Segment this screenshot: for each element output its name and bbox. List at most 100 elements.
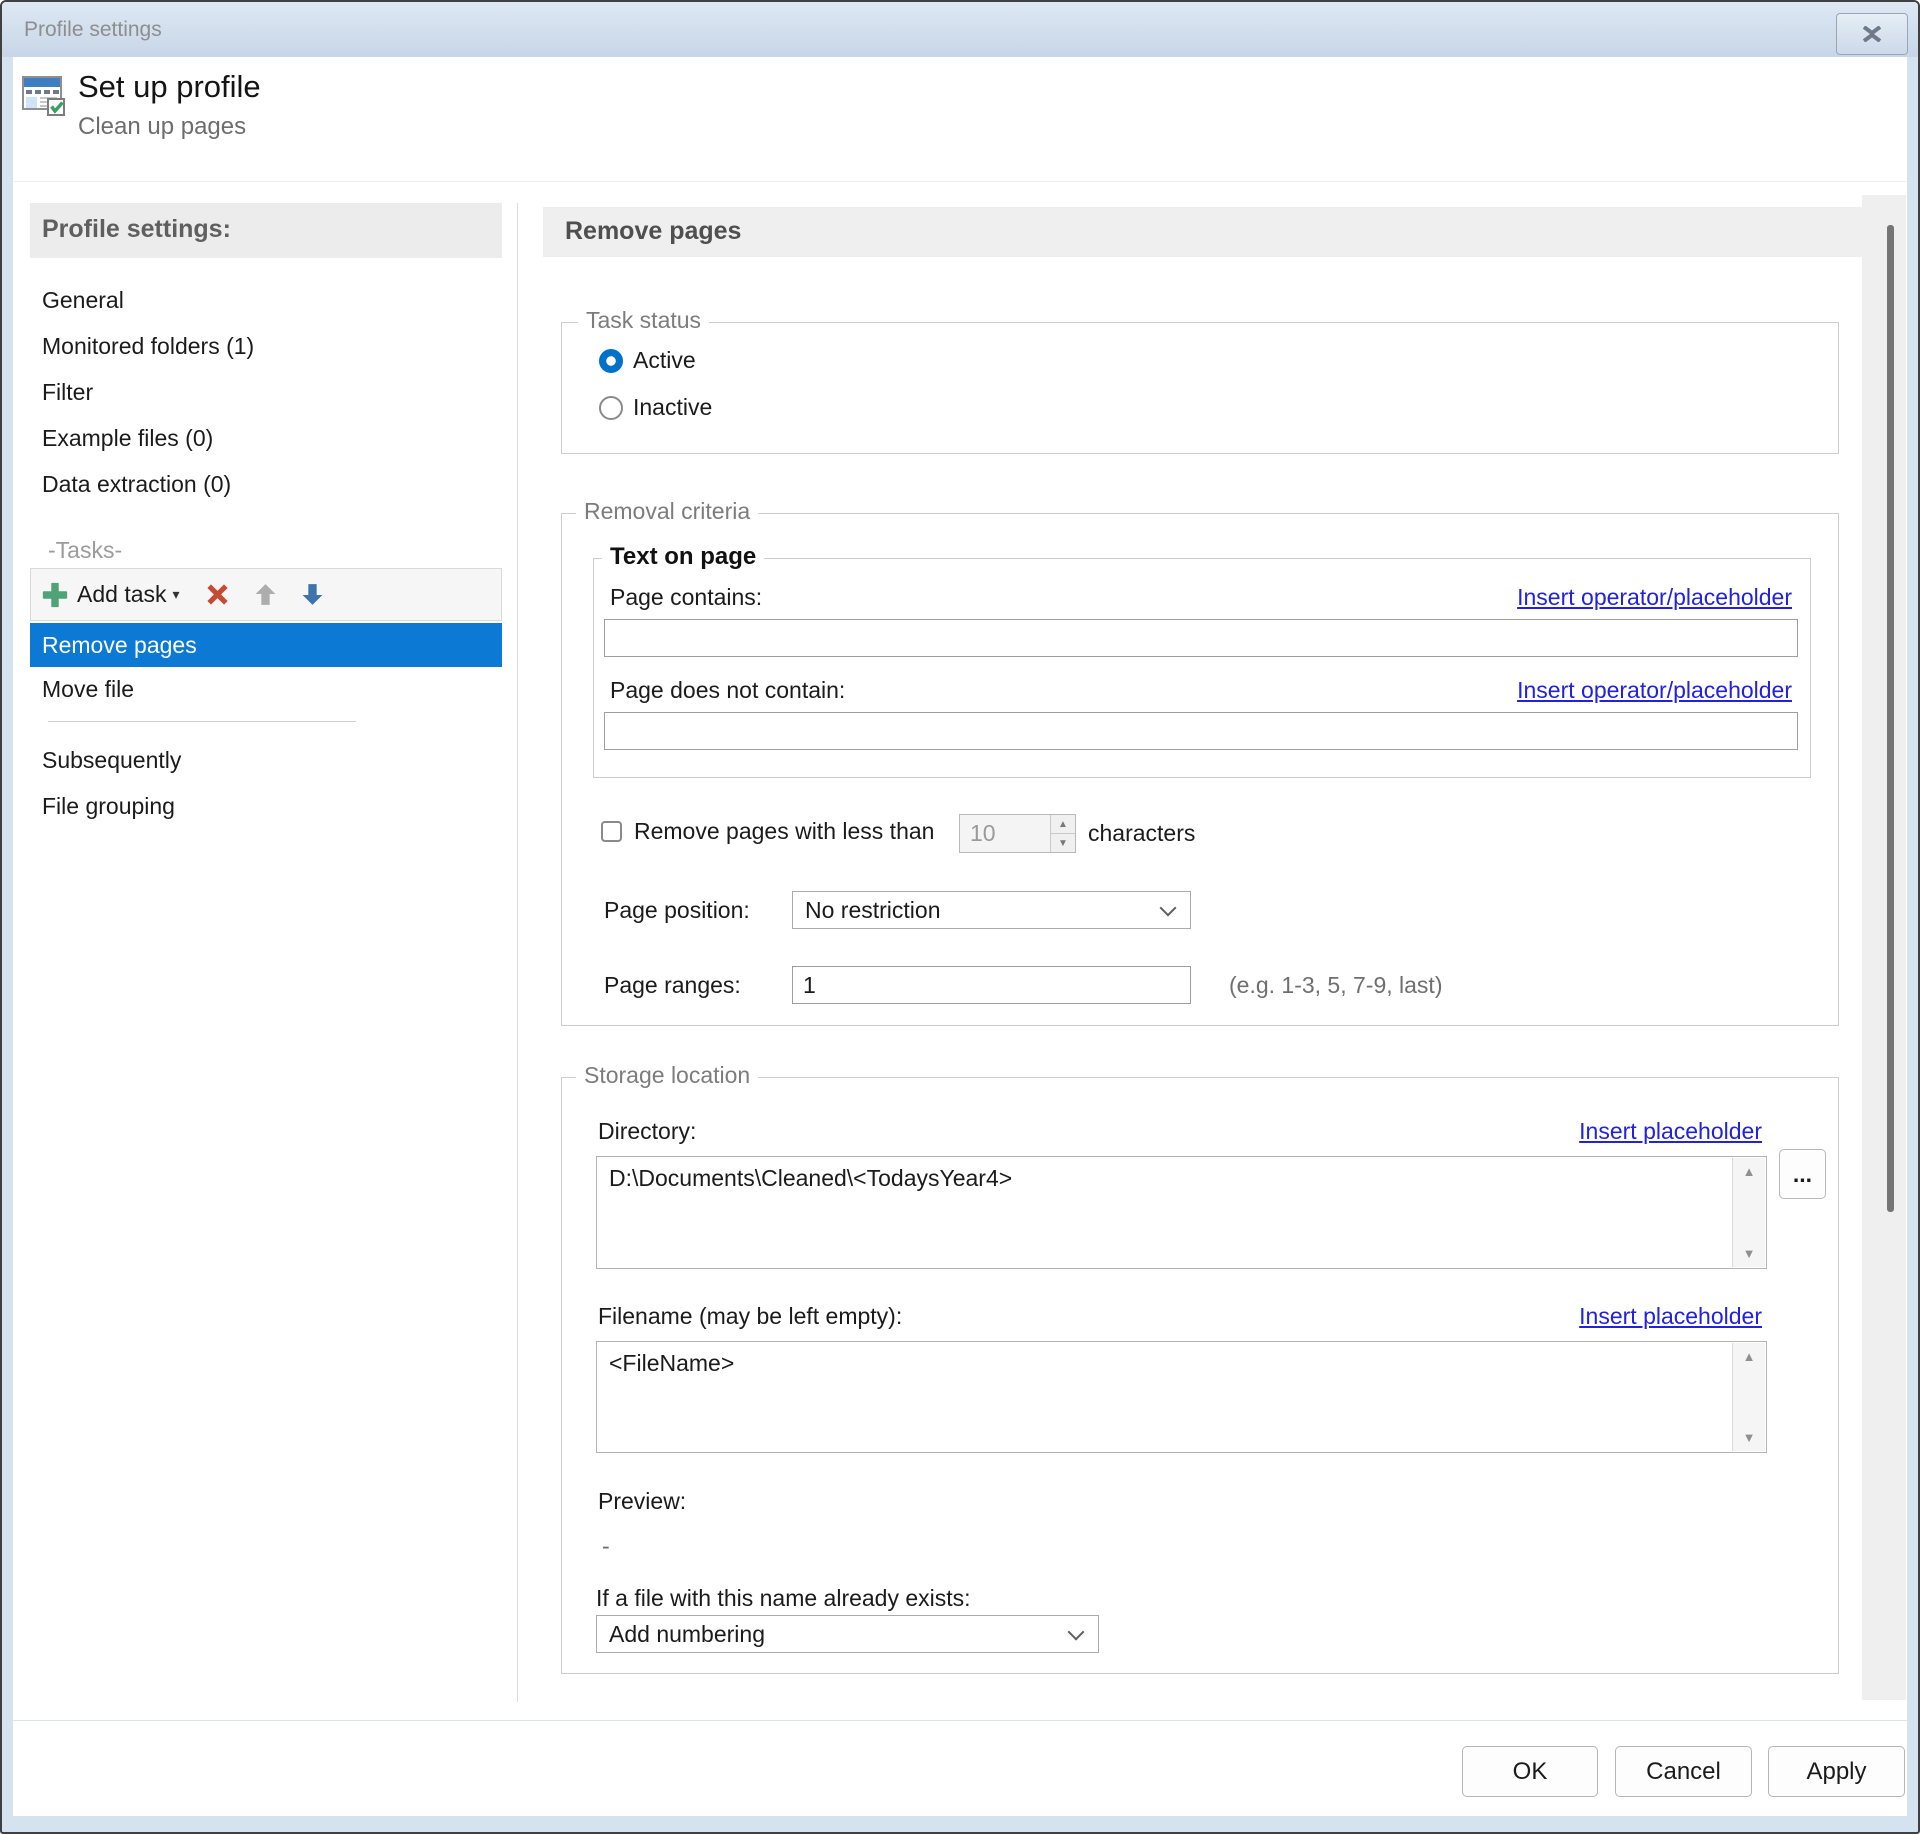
scroll-down-icon[interactable]: ▼ bbox=[1733, 1430, 1765, 1445]
min-chars-checkbox[interactable] bbox=[601, 821, 622, 842]
directory-label: Directory: bbox=[598, 1114, 696, 1148]
page-ranges-input[interactable] bbox=[792, 966, 1191, 1004]
plus-icon bbox=[41, 581, 69, 609]
filename-scrollbar[interactable]: ▲ ▼ bbox=[1732, 1343, 1765, 1451]
file-exists-dropdown[interactable]: Add numbering bbox=[596, 1615, 1099, 1653]
spin-down-button[interactable]: ▼ bbox=[1051, 834, 1075, 852]
header-divider bbox=[13, 181, 1907, 182]
triangle-up-icon: ▲ bbox=[1058, 819, 1068, 830]
main-panel-header: Remove pages bbox=[543, 207, 1862, 257]
window-title: Profile settings bbox=[24, 2, 162, 57]
sidebar-header-label: Profile settings: bbox=[42, 215, 502, 244]
move-down-icon[interactable] bbox=[300, 582, 325, 607]
insert-operator-link-not-contains[interactable]: Insert operator/placeholder bbox=[1517, 674, 1792, 706]
text-on-page-legend: Text on page bbox=[602, 543, 764, 571]
spinner-buttons: ▲ ▼ bbox=[1050, 815, 1075, 852]
profile-window-icon bbox=[20, 72, 68, 120]
spin-up-button[interactable]: ▲ bbox=[1051, 815, 1075, 834]
add-task-button[interactable]: Add task ▾ bbox=[41, 581, 182, 609]
close-icon bbox=[1862, 26, 1882, 42]
sidebar-item-file-grouping[interactable]: File grouping bbox=[30, 783, 502, 829]
page-not-contains-input[interactable] bbox=[604, 712, 1798, 750]
page-contains-label: Page contains: bbox=[610, 581, 762, 613]
move-up-icon[interactable] bbox=[253, 582, 278, 607]
tasks-section-label: -Tasks- bbox=[48, 527, 122, 573]
chevron-down-icon bbox=[1160, 900, 1177, 917]
scroll-up-icon[interactable]: ▲ bbox=[1733, 1349, 1765, 1364]
chevron-down-icon bbox=[1068, 1624, 1085, 1641]
storage-location-legend: Storage location bbox=[576, 1062, 758, 1089]
min-chars-spinner[interactable]: 10 ▲ ▼ bbox=[959, 814, 1076, 853]
main-scrollbar-thumb[interactable] bbox=[1887, 225, 1894, 1212]
min-chars-value[interactable]: 10 bbox=[960, 815, 1050, 852]
title-bar[interactable]: Profile settings bbox=[2, 2, 1918, 57]
file-exists-value: Add numbering bbox=[609, 1621, 765, 1648]
page-ranges-label: Page ranges: bbox=[604, 966, 741, 1004]
preview-value: - bbox=[602, 1529, 610, 1563]
insert-placeholder-link-directory[interactable]: Insert placeholder bbox=[1579, 1114, 1762, 1148]
main-scrollbar-track[interactable] bbox=[1862, 195, 1906, 1700]
scroll-up-icon[interactable]: ▲ bbox=[1733, 1164, 1765, 1179]
page-title: Set up profile bbox=[78, 69, 261, 105]
browse-directory-button[interactable]: ... bbox=[1779, 1149, 1826, 1199]
radio-option-inactive[interactable]: Inactive bbox=[599, 394, 712, 421]
scroll-down-icon[interactable]: ▼ bbox=[1733, 1246, 1765, 1261]
min-chars-row: Remove pages with less than bbox=[601, 811, 934, 851]
radio-inactive-label: Inactive bbox=[633, 394, 712, 421]
delete-task-icon[interactable] bbox=[204, 581, 231, 608]
sidebar-main-divider bbox=[517, 203, 518, 1702]
radio-active-label: Active bbox=[633, 347, 696, 374]
radio-option-active[interactable]: Active bbox=[599, 347, 696, 374]
sidebar-header: Profile settings: bbox=[30, 203, 502, 258]
insert-operator-link-contains[interactable]: Insert operator/placeholder bbox=[1517, 581, 1792, 613]
profile-settings-dialog: Profile settings Set up profile Clean up… bbox=[0, 0, 1920, 1834]
page-contains-input[interactable] bbox=[604, 619, 1798, 657]
task-item-move-file[interactable]: Move file bbox=[30, 667, 502, 711]
cancel-button[interactable]: Cancel bbox=[1615, 1746, 1752, 1797]
sidebar-item-filter[interactable]: Filter bbox=[30, 369, 502, 415]
triangle-down-icon: ▼ bbox=[1058, 838, 1068, 849]
filename-value: <FileName> bbox=[609, 1350, 734, 1377]
ellipsis-icon: ... bbox=[1793, 1161, 1812, 1188]
page-not-contains-label: Page does not contain: bbox=[610, 674, 845, 706]
removal-criteria-group: Removal criteria Text on page Page conta… bbox=[561, 513, 1839, 1026]
task-item-remove-pages[interactable]: Remove pages bbox=[30, 623, 502, 667]
page-position-dropdown[interactable]: No restriction bbox=[792, 891, 1191, 929]
file-exists-label: If a file with this name already exists: bbox=[596, 1581, 971, 1615]
removal-criteria-legend: Removal criteria bbox=[576, 498, 758, 525]
sidebar-item-general[interactable]: General bbox=[30, 277, 502, 323]
task-status-group: Task status Active Inactive bbox=[561, 322, 1839, 454]
sidebar-item-monitored-folders[interactable]: Monitored folders (1) bbox=[30, 323, 502, 369]
text-on-page-group: Text on page Page contains: Insert opera… bbox=[593, 558, 1811, 778]
directory-textbox[interactable]: D:\Documents\Cleaned\<TodaysYear4> ▲ ▼ bbox=[596, 1156, 1767, 1269]
sidebar-item-example-files[interactable]: Example files (0) bbox=[30, 415, 502, 461]
page-position-label: Page position: bbox=[604, 891, 750, 929]
storage-location-group: Storage location Directory: Insert place… bbox=[561, 1077, 1839, 1674]
close-button[interactable] bbox=[1836, 13, 1908, 55]
sidebar-item-subsequently[interactable]: Subsequently bbox=[30, 737, 502, 783]
sidebar-item-data-extraction[interactable]: Data extraction (0) bbox=[30, 461, 502, 507]
task-list-divider bbox=[48, 721, 356, 722]
ok-button[interactable]: OK bbox=[1462, 1746, 1598, 1797]
main-panel-title: Remove pages bbox=[565, 217, 1862, 246]
preview-label: Preview: bbox=[598, 1484, 686, 1518]
radio-unselected-icon[interactable] bbox=[599, 396, 623, 420]
min-chars-label: Remove pages with less than bbox=[634, 818, 934, 845]
filename-label: Filename (may be left empty): bbox=[598, 1299, 902, 1333]
insert-placeholder-link-filename[interactable]: Insert placeholder bbox=[1579, 1299, 1762, 1333]
filename-textbox[interactable]: <FileName> ▲ ▼ bbox=[596, 1341, 1767, 1453]
task-status-legend: Task status bbox=[578, 307, 709, 334]
page-subtitle: Clean up pages bbox=[78, 113, 246, 141]
add-task-label: Add task bbox=[77, 581, 167, 608]
directory-scrollbar[interactable]: ▲ ▼ bbox=[1732, 1158, 1765, 1267]
footer-divider bbox=[13, 1720, 1907, 1721]
page-ranges-hint: (e.g. 1-3, 5, 7-9, last) bbox=[1229, 966, 1442, 1004]
dialog-body: Set up profile Clean up pages Profile se… bbox=[13, 57, 1907, 1816]
chevron-down-icon: ▾ bbox=[173, 586, 180, 603]
min-chars-suffix: characters bbox=[1088, 814, 1195, 853]
task-toolbar: Add task ▾ bbox=[30, 568, 502, 621]
apply-button[interactable]: Apply bbox=[1768, 1746, 1905, 1797]
page-position-value: No restriction bbox=[805, 897, 940, 924]
radio-selected-icon[interactable] bbox=[599, 349, 623, 373]
directory-value: D:\Documents\Cleaned\<TodaysYear4> bbox=[609, 1165, 1012, 1192]
